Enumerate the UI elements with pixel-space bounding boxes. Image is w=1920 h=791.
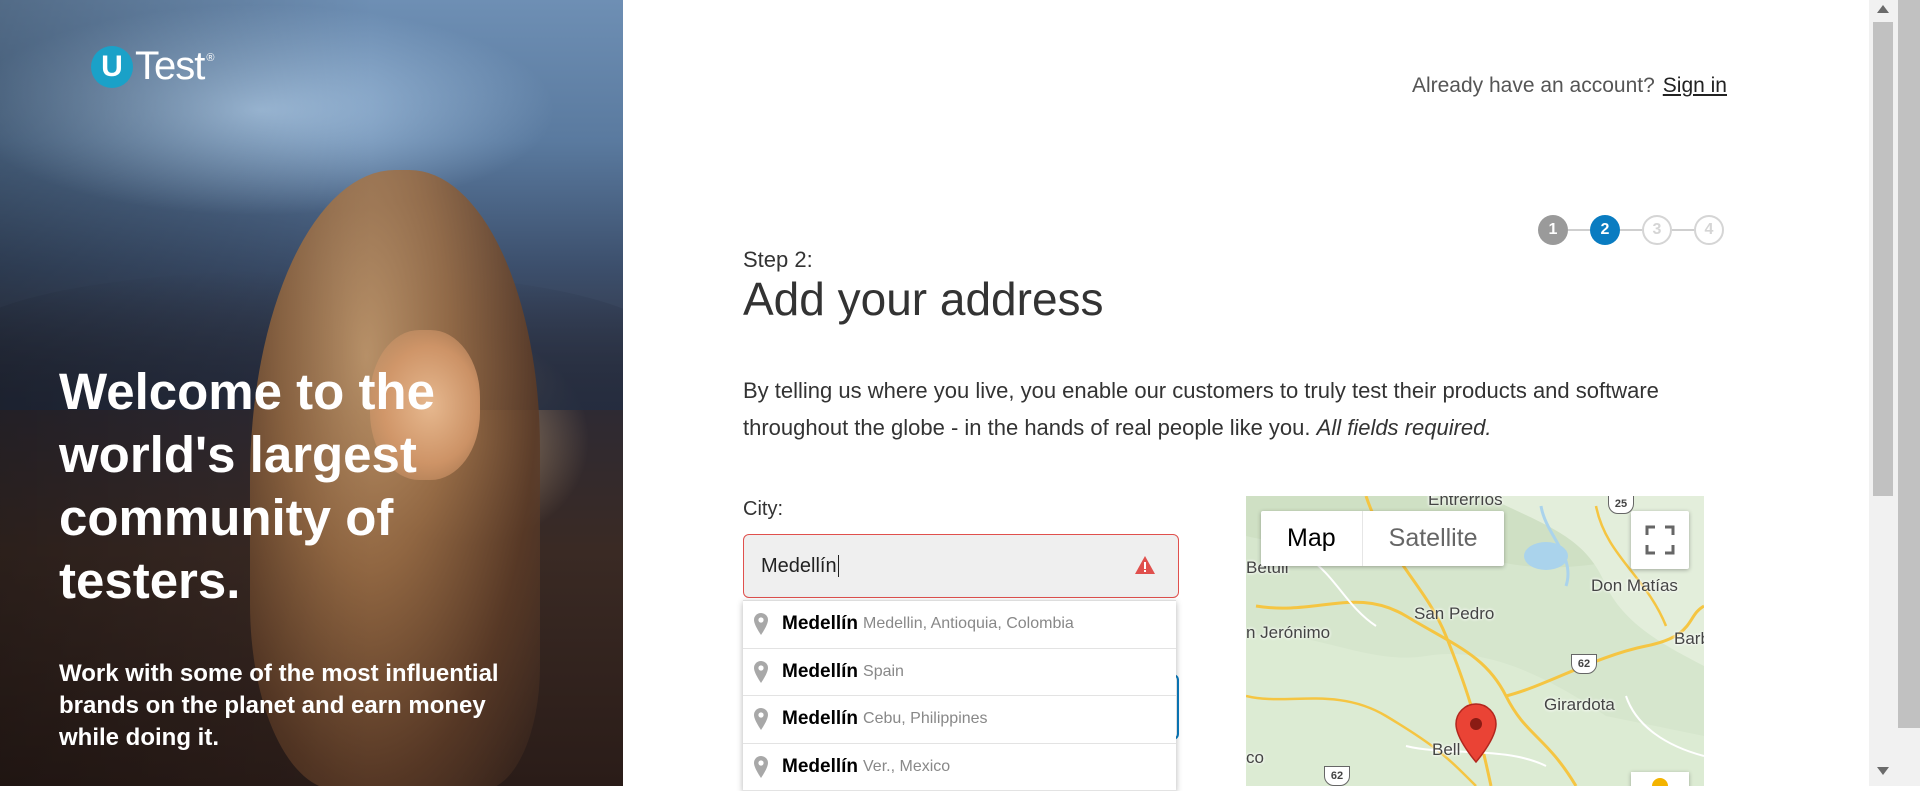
map-place-label: Entrerríos: [1428, 496, 1503, 510]
route-shield: 25: [1608, 496, 1634, 514]
map-place-label: co: [1246, 748, 1264, 768]
text-caret: [838, 555, 839, 577]
map-type-satellite-button[interactable]: Satellite: [1363, 511, 1504, 566]
city-label: City:: [743, 498, 783, 521]
utest-logo[interactable]: U Test ®: [91, 44, 214, 89]
outer-scrollbar-thumb[interactable]: [1898, 0, 1920, 728]
chevron-down-icon: [1876, 766, 1890, 776]
location-pin-icon: [752, 755, 770, 779]
scrollbar-thumb[interactable]: [1873, 22, 1893, 496]
suggestion-main: Medellín: [782, 756, 858, 778]
suggestion-item[interactable]: Medellín Ver., Mexico: [743, 744, 1176, 791]
suggestion-main: Medellín: [782, 661, 858, 683]
intro-body: By telling us where you live, you enable…: [743, 378, 1659, 440]
suggestion-main: Medellín: [782, 708, 858, 730]
signin-link[interactable]: Sign in: [1663, 74, 1727, 97]
location-pin-icon: [752, 707, 770, 731]
suggestion-main: Medellín: [782, 613, 858, 635]
step-connector: [1620, 229, 1642, 231]
map-type-map-button[interactable]: Map: [1261, 511, 1363, 566]
intro-text: By telling us where you live, you enable…: [743, 372, 1753, 446]
step-3-indicator: 3: [1642, 215, 1672, 245]
map-place-label: Don Matías: [1591, 576, 1678, 596]
location-pin-icon: [752, 660, 770, 684]
required-note: All fields required.: [1317, 415, 1492, 440]
location-pin-icon: [752, 612, 770, 636]
suggestion-secondary: Medellin, Antioquia, Colombia: [863, 615, 1074, 633]
fullscreen-icon: [1645, 525, 1675, 555]
logo-word: Test: [135, 44, 204, 89]
city-input-value: Medellín: [761, 555, 837, 578]
scroll-down-button[interactable]: [1872, 766, 1894, 780]
map-marker-icon[interactable]: [1454, 702, 1498, 764]
signin-prompt: Already have an account? Sign in: [1412, 74, 1727, 98]
city-suggestions: Medellín Medellin, Antioquia, Colombia M…: [743, 600, 1176, 791]
hero-subtitle: Work with some of the most influential b…: [59, 658, 549, 754]
step-connector: [1672, 229, 1694, 231]
suggestion-item[interactable]: Medellín Spain: [743, 649, 1176, 697]
suggestion-secondary: Ver., Mexico: [863, 758, 950, 776]
page-title: Add your address: [743, 272, 1104, 326]
suggestion-item[interactable]: Medellín Medellin, Antioquia, Colombia: [743, 601, 1176, 649]
warning-icon: [1134, 555, 1156, 575]
logo-circle-icon: U: [91, 46, 133, 88]
city-input[interactable]: Medellín: [743, 534, 1179, 598]
hero-panel: U Test ® Welcome to the world's largest …: [0, 0, 623, 786]
street-view-pegman-icon[interactable]: [1631, 772, 1689, 786]
chevron-up-icon: [1876, 4, 1890, 14]
suggestion-item[interactable]: Medellín Cebu, Philippines: [743, 696, 1176, 744]
step-progress: 1 2 3 4: [1538, 215, 1724, 245]
location-map[interactable]: Entrerríos 25 Betuli Don Matías San Pedr…: [1246, 496, 1704, 786]
step-connector: [1568, 229, 1590, 231]
map-place-label: San Pedro: [1414, 604, 1494, 624]
route-shield: 62: [1324, 766, 1350, 786]
hero-title: Welcome to the world's largest community…: [59, 360, 539, 612]
signin-question: Already have an account?: [1412, 74, 1655, 97]
map-type-toggle: Map Satellite: [1261, 511, 1504, 566]
map-place-label: Barb: [1674, 629, 1704, 649]
step-4-indicator: 4: [1694, 215, 1724, 245]
step-2-indicator: 2: [1590, 215, 1620, 245]
map-place-label: n Jerónimo: [1246, 623, 1330, 643]
step-label: Step 2:: [743, 247, 813, 273]
scroll-up-button[interactable]: [1872, 4, 1894, 18]
route-shield: 62: [1571, 654, 1597, 674]
suggestion-secondary: Spain: [863, 663, 904, 681]
fullscreen-button[interactable]: [1631, 511, 1689, 569]
step-1-indicator: 1: [1538, 215, 1568, 245]
suggestion-secondary: Cebu, Philippines: [863, 710, 988, 728]
map-place-label: Girardota: [1544, 695, 1615, 715]
logo-registered-mark: ®: [206, 52, 214, 64]
